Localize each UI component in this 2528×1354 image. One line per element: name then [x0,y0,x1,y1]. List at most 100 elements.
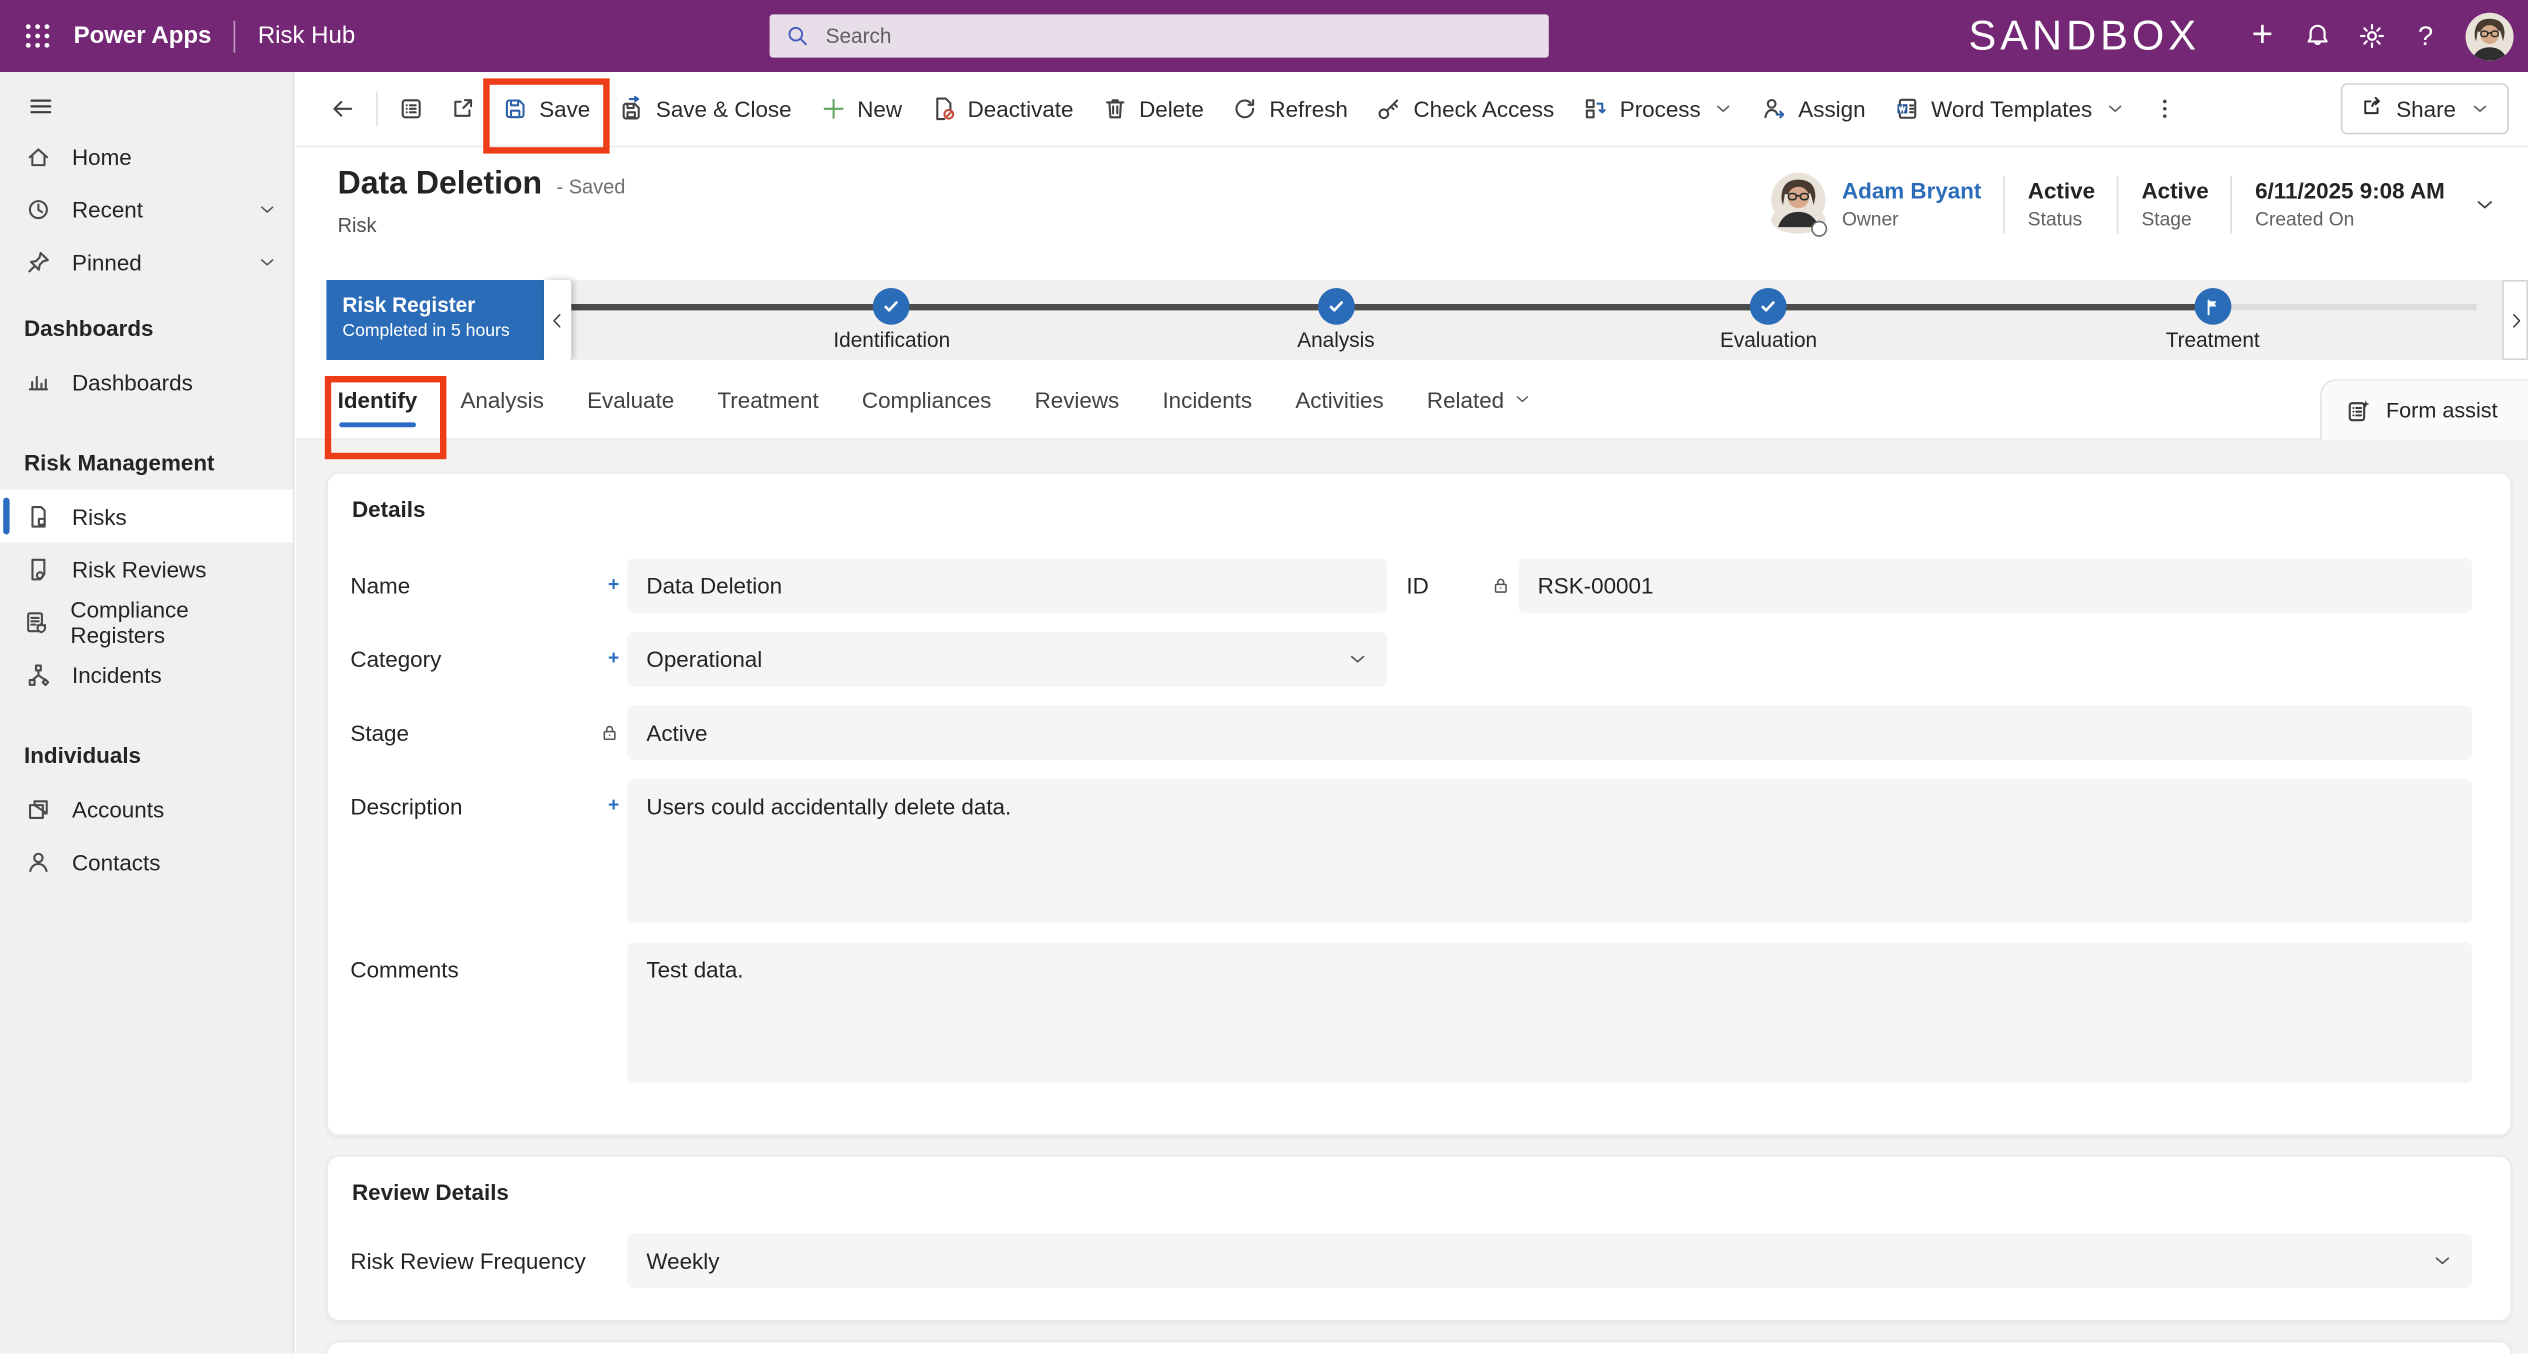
hamburger-icon [27,92,54,119]
refresh-button[interactable]: Refresh [1218,83,1362,134]
share-icon [2359,94,2383,123]
category-dropdown[interactable]: Operational [627,632,1387,686]
lock-icon [600,720,627,742]
risks-icon [24,503,51,529]
show-as-button[interactable] [386,83,437,134]
new-button[interactable]: New [806,83,916,134]
sidebar-group-risk-management: Risk Management [0,422,293,489]
more-commands-button[interactable] [2139,83,2190,134]
tab-label: Compliances [862,386,992,412]
help-button[interactable]: ? [2398,0,2452,72]
popout-icon [450,96,476,122]
open-in-new-window-button[interactable] [437,83,488,134]
sidebar-item-home[interactable]: Home [0,130,293,183]
bpf-collapse-button[interactable] [544,280,571,360]
sitemap-collapse-button[interactable] [0,82,293,130]
sidebar-item-contacts[interactable]: Contacts [0,835,293,888]
help-icon: ? [2418,20,2433,52]
app-launcher-button[interactable] [0,0,74,72]
new-environment-button[interactable]: + [2235,0,2289,72]
save-and-close-button[interactable]: Save & Close [605,83,806,134]
pinned-icon [24,249,51,275]
bpf-next-stage-button[interactable] [2502,280,2528,360]
sidebar-item-incidents[interactable]: Incidents [0,648,293,701]
presence-indicator [1812,221,1828,237]
tab-related[interactable]: Related [1427,360,1531,438]
stage-field[interactable]: Active [627,706,2472,760]
delete-button[interactable]: Delete [1088,83,1218,134]
app-name[interactable]: Risk Hub [258,22,355,49]
recent-icon [24,196,51,222]
name-field[interactable]: Data Deletion [627,558,1387,612]
name-id-row: Name Data Deletion ID RSK-00001 [350,558,2472,612]
sidebar-item-recent[interactable]: Recent [0,182,293,235]
sidebar-item-risk-reviews[interactable]: Risk Reviews [0,542,293,595]
tab-analysis[interactable]: Analysis [460,360,543,438]
account-menu-button[interactable] [2466,12,2514,60]
risk-review-frequency-dropdown[interactable]: Weekly [627,1234,2472,1288]
process-label: Process [1620,96,1701,122]
record-entity-type: Risk [338,214,626,236]
back-button[interactable] [317,83,368,134]
save-button[interactable]: Save [488,83,605,134]
stage-label: Stage [2141,208,2208,230]
bpf-stage-evaluation[interactable]: Evaluation [1720,280,1817,352]
tab-reviews[interactable]: Reviews [1035,360,1120,438]
lock-icon [1491,573,1518,595]
commandbar-divider [376,91,378,126]
sidebar-item-risks[interactable]: Risks [0,490,293,543]
sidebar-item-label: Home [72,143,132,169]
id-field[interactable]: RSK-00001 [1518,558,2472,612]
sidebar-item-dashboards[interactable]: Dashboards [0,355,293,408]
word-templates-button[interactable]: Word Templates [1880,83,2139,134]
sidebar-item-accounts[interactable]: Accounts [0,782,293,835]
created-on-value: 6/11/2025 9:08 AM [2255,178,2445,204]
tab-compliances[interactable]: Compliances [862,360,992,438]
deactivate-label: Deactivate [968,96,1074,122]
tab-evaluate[interactable]: Evaluate [587,360,674,438]
dashboards-icon [24,369,51,395]
record-title: Data Deletion [338,166,543,203]
tab-incidents[interactable]: Incidents [1162,360,1252,438]
check-access-button[interactable]: Check Access [1362,83,1568,134]
bpf-stage-treatment[interactable]: Treatment [2166,280,2260,352]
process-icon [1583,96,1609,122]
bpf-stage-analysis[interactable]: Analysis [1297,280,1374,352]
bpf-process-box[interactable]: Risk Register Completed in 5 hours [326,280,544,360]
stage-field-label: Stage [350,720,409,746]
created-on-field: 6/11/2025 9:08 AM Created On [2255,178,2445,231]
arrow-left-icon [330,96,356,122]
form-assist-button[interactable]: Form assist [2320,379,2528,440]
form-assist-label: Form assist [2386,398,2498,422]
tab-activities[interactable]: Activities [1295,360,1383,438]
header-collapse-button[interactable] [2474,193,2496,215]
sidebar-item-pinned[interactable]: Pinned [0,235,293,288]
comments-row: Comments Test data. [350,942,2472,1083]
tab-identify[interactable]: Identify [338,360,418,438]
created-on-label: Created On [2255,208,2445,230]
power-apps-window: Power Apps Risk Hub SANDBOX + [0,0,2528,1354]
assign-button[interactable]: Assign [1747,83,1880,134]
process-button[interactable]: Process [1569,83,1748,134]
risk-reviews-icon [24,556,51,582]
bpf-stage-label: Treatment [2166,328,2260,352]
deactivate-button[interactable]: Deactivate [916,83,1087,134]
record-header-left: Data Deletion - Saved Risk [338,166,626,236]
search-input[interactable] [822,22,1532,49]
stage-complete-icon [1750,288,1787,325]
description-field[interactable]: Users could accidentally delete data. [627,779,2472,923]
notifications-button[interactable] [2290,0,2344,72]
bpf-stage-identification[interactable]: Identification [833,280,950,352]
header-divider [2231,175,2233,233]
owner-name-link[interactable]: Adam Bryant [1842,178,1981,204]
settings-button[interactable] [2344,0,2398,72]
global-search-box[interactable] [770,14,1549,57]
comments-field[interactable]: Test data. [627,942,2472,1083]
share-button[interactable]: Share [2340,83,2509,134]
chevron-down-icon [2470,99,2489,118]
sidebar-item-compliance-registers[interactable]: Compliance Registers [0,595,293,648]
brand-title: Power Apps [74,22,212,49]
sidebar-item-label: Compliance Registers [70,596,276,647]
tab-treatment[interactable]: Treatment [717,360,818,438]
chevron-down-icon [2105,99,2124,118]
